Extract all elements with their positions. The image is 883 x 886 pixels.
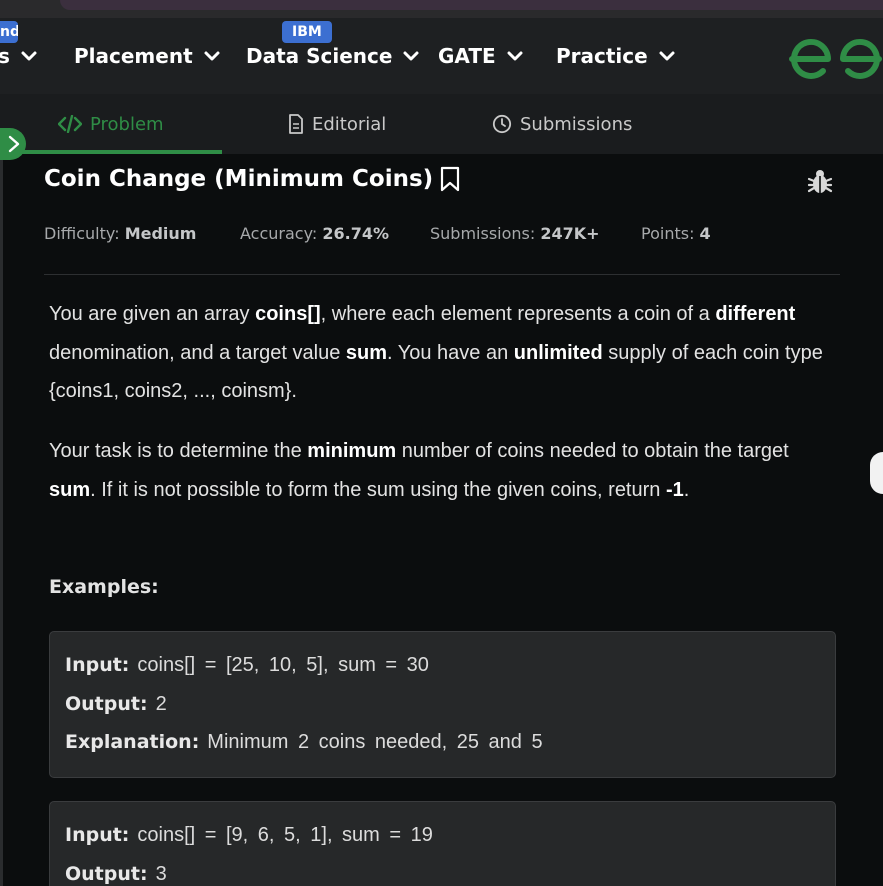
accuracy-value: 26.74%	[322, 224, 390, 243]
active-tab-indicator	[22, 150, 222, 154]
tab-problem[interactable]: Problem	[58, 94, 164, 154]
difficulty-stat: Difficulty: Medium	[44, 224, 196, 243]
tab-problem-label: Problem	[90, 113, 164, 135]
nav-item-practice[interactable]: Practice	[556, 42, 676, 70]
example-output: Output: 3	[65, 862, 167, 885]
problem-tabs: Problem Editorial Submissions	[0, 94, 883, 154]
divider	[44, 274, 840, 275]
code-icon	[58, 115, 82, 133]
nav-item-practice-label: Practice	[556, 44, 648, 68]
nav-item-data-science-label: Data Science	[246, 44, 393, 68]
points-label: Points:	[641, 224, 695, 243]
sidebar-toggle-button[interactable]	[0, 128, 26, 160]
nav-item-placement-label: Placement	[74, 44, 193, 68]
nav-item-gate-label: GATE	[438, 44, 496, 68]
ibm-badge: IBM	[282, 21, 332, 43]
submissions-stat: Submissions: 247K+	[430, 224, 600, 243]
gfg-logo-icon[interactable]	[788, 38, 883, 80]
points-stat: Points: 4	[641, 224, 711, 243]
accuracy-stat: Accuracy: 26.74%	[240, 224, 389, 243]
chevron-down-icon	[403, 51, 419, 61]
top-navbar: nd s Placement IBM Data Science GATE Pra…	[0, 18, 883, 94]
nav-item-partial[interactable]: s	[0, 42, 38, 70]
chevron-down-icon	[507, 51, 523, 61]
clock-icon	[492, 114, 512, 134]
nav-item-gate[interactable]: GATE	[438, 42, 524, 70]
difficulty-value: Medium	[124, 224, 197, 243]
document-icon	[289, 114, 303, 134]
submissions-value: 247K+	[540, 224, 600, 243]
example-input: Input: coins[] = [25, 10, 5], sum = 30	[65, 654, 429, 676]
example-explanation: Explanation: Minimum 2 coins needed, 25 a…	[65, 731, 543, 753]
problem-title-text: Coin Change (Minimum Coins)	[44, 166, 434, 192]
nav-partial-badge: nd	[0, 21, 18, 43]
problem-title: Coin Change (Minimum Coins)	[44, 166, 461, 192]
tab-submissions[interactable]: Submissions	[492, 94, 632, 154]
chevron-down-icon	[659, 51, 675, 61]
browser-top-strip	[0, 0, 883, 18]
nav-item-placement[interactable]: Placement	[74, 42, 221, 70]
tab-submissions-label: Submissions	[520, 113, 633, 135]
problem-statement-paragraph: You are given an array coins[], where ea…	[49, 303, 823, 402]
left-panel-rail	[0, 154, 3, 886]
nav-item-data-science[interactable]: Data Science	[246, 42, 420, 70]
example-box: Input: coins[] = [25, 10, 5], sum = 30 Ou…	[49, 631, 836, 778]
example-input: Input: coins[] = [9, 6, 5, 1], sum = 19	[65, 824, 433, 846]
difficulty-label: Difficulty:	[44, 224, 120, 243]
submissions-label: Submissions:	[430, 224, 536, 243]
examples-heading: Examples:	[49, 576, 159, 598]
example-box: Input: coins[] = [9, 6, 5, 1], sum = 19 O…	[49, 801, 836, 886]
accuracy-label: Accuracy:	[240, 224, 318, 243]
browser-tab	[60, 0, 883, 10]
report-bug-icon[interactable]	[806, 168, 834, 196]
points-value: 4	[699, 224, 711, 243]
example-output: Output: 2	[65, 692, 167, 715]
chevron-down-icon	[21, 51, 37, 61]
bookmark-icon[interactable]	[439, 166, 461, 192]
panel-resize-handle[interactable]	[870, 452, 883, 494]
nav-item-partial-label: s	[0, 44, 10, 68]
chevron-right-icon	[8, 135, 20, 153]
tab-editorial[interactable]: Editorial	[288, 94, 386, 154]
chevron-down-icon	[204, 51, 220, 61]
tab-editorial-label: Editorial	[312, 113, 387, 135]
problem-task-paragraph: Your task is to determine the minimum nu…	[49, 440, 789, 501]
